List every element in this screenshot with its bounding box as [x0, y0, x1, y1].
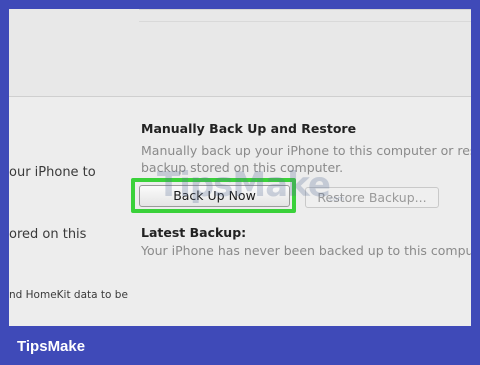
divider: [139, 9, 471, 10]
itunes-backup-window: our iPhone to ored on this nd HomeKit da…: [9, 9, 471, 326]
backup-section-title: Manually Back Up and Restore: [141, 121, 357, 136]
restore-backup-button[interactable]: Restore Backup...: [305, 187, 439, 208]
watermark-suffix: .com: [327, 195, 345, 203]
latest-backup-status: Your iPhone has never been backed up to …: [141, 243, 471, 258]
left-text-line: our iPhone to: [9, 165, 96, 180]
brand-logo: TipsMake: [17, 338, 86, 355]
top-panel: [9, 9, 471, 97]
divider: [139, 21, 471, 22]
latest-backup-title: Latest Backup:: [141, 225, 247, 240]
left-text-line: nd HomeKit data to be: [9, 289, 128, 301]
left-text-line: ored on this: [9, 227, 87, 242]
backup-description: backup stored on this computer.: [141, 160, 344, 175]
back-up-now-button[interactable]: Back Up Now: [139, 185, 290, 207]
